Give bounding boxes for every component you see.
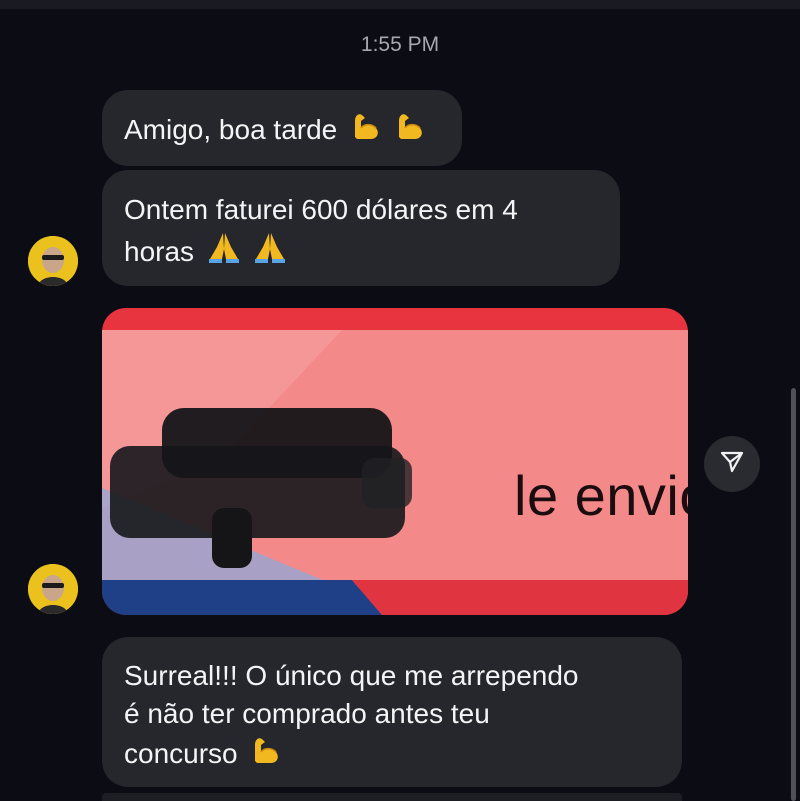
scrollbar[interactable] <box>791 388 796 801</box>
message-text-line: Ontem faturei 600 dólares em 4 <box>124 194 518 225</box>
message-timestamp: 1:55 PM <box>360 33 440 56</box>
message-text-line: concurso <box>124 738 238 769</box>
message-text: Amigo, boa tarde <box>124 114 338 145</box>
sender-avatar[interactable] <box>28 564 78 614</box>
flexed-biceps-icon <box>249 733 283 777</box>
send-arrow-icon <box>719 449 745 480</box>
message-text-line: Surreal!!! O único que me arrependo <box>124 660 579 691</box>
folded-hands-icon <box>252 229 288 275</box>
flexed-biceps-icon <box>349 109 383 153</box>
message-bubble[interactable]: Amigo, boa tarde <box>102 90 462 166</box>
sender-avatar[interactable] <box>28 236 78 286</box>
message-text-line: horas <box>124 236 195 267</box>
media-caption-text: le envio $6 <box>514 464 688 527</box>
message-text-line: é não ter comprado antes teu <box>124 698 490 729</box>
share-button[interactable] <box>704 436 760 492</box>
status-strip <box>0 0 800 9</box>
message-bubble[interactable]: Surreal!!! O único que me arrependo é nã… <box>102 637 682 787</box>
next-message-edge <box>102 793 682 801</box>
message-bubble[interactable]: Ontem faturei 600 dólares em 4 horas <box>102 170 620 286</box>
shared-image[interactable]: le envio $6 <box>102 308 688 615</box>
flexed-biceps-icon <box>393 109 427 153</box>
folded-hands-icon <box>206 229 242 275</box>
